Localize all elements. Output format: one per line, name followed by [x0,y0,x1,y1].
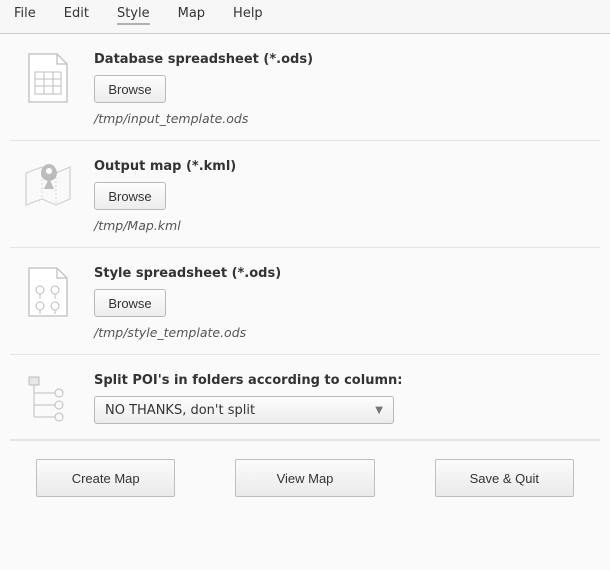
style-title: Style spreadsheet (*.ods) [94,266,590,281]
map-pin-icon [22,159,74,211]
tree-split-icon [22,373,74,425]
split-title: Split POI's in folders according to colu… [94,373,590,388]
spreadsheet-doc-icon [22,52,74,104]
menu-file[interactable]: File [14,6,36,25]
style-path: /tmp/style_template.ods [94,325,590,340]
row-database: Database spreadsheet (*.ods) Browse /tmp… [10,34,600,141]
view-map-button[interactable]: View Map [235,459,374,497]
output-title: Output map (*.kml) [94,159,590,174]
split-column-value: NO THANKS, don't split [105,403,255,418]
browse-output-button[interactable]: Browse [94,182,166,210]
style-doc-icon [22,266,74,318]
split-column-select[interactable]: NO THANKS, don't split ▼ [94,396,394,424]
row-style: Style spreadsheet (*.ods) Browse /tmp/st… [10,248,600,355]
create-map-button[interactable]: Create Map [36,459,175,497]
database-path: /tmp/input_template.ods [94,111,590,126]
menu-style[interactable]: Style [117,6,150,25]
content: Database spreadsheet (*.ods) Browse /tmp… [0,34,610,497]
output-path: /tmp/Map.kml [94,218,590,233]
database-title: Database spreadsheet (*.ods) [94,52,590,67]
row-output-map: Output map (*.kml) Browse /tmp/Map.kml [10,141,600,248]
menubar: File Edit Style Map Help [0,0,610,34]
menu-help[interactable]: Help [233,6,263,25]
menu-map[interactable]: Map [178,6,205,25]
menu-edit[interactable]: Edit [64,6,89,25]
browse-database-button[interactable]: Browse [94,75,166,103]
browse-style-button[interactable]: Browse [94,289,166,317]
save-quit-button[interactable]: Save & Quit [435,459,574,497]
footer: Create Map View Map Save & Quit [10,440,600,497]
chevron-down-icon: ▼ [375,405,383,416]
row-split: Split POI's in folders according to colu… [10,355,600,440]
